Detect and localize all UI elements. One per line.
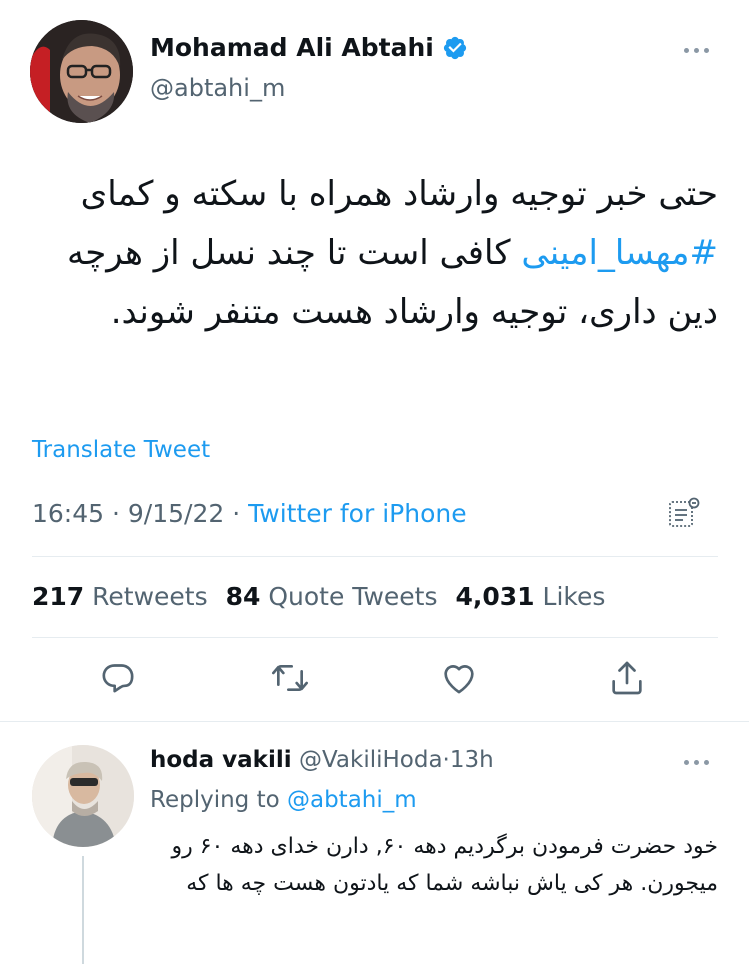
retweet-icon[interactable] xyxy=(268,656,312,700)
translate-tweet-link[interactable]: Translate Tweet xyxy=(32,437,210,463)
tweet-analytics-icon[interactable] xyxy=(667,496,701,534)
quote-tweets-stat[interactable]: 84 Quote Tweets xyxy=(226,582,438,611)
thread-line xyxy=(82,856,84,964)
tweet-source-link[interactable]: Twitter for iPhone xyxy=(248,499,466,528)
likes-stat[interactable]: 4,031 Likes xyxy=(455,582,605,611)
reply-author-avatar[interactable] xyxy=(32,745,134,847)
divider xyxy=(0,721,749,722)
tweet-time: 16:45 xyxy=(32,499,105,528)
author-avatar[interactable] xyxy=(30,20,133,123)
reply-icon[interactable] xyxy=(96,656,140,700)
tweet-date: 9/15/22 xyxy=(127,499,225,528)
tweet-timestamp[interactable]: 16:45 · 9/15/22 · Twitter for iPhone xyxy=(32,499,467,528)
more-icon[interactable] xyxy=(684,48,709,53)
divider xyxy=(32,637,718,638)
like-icon[interactable] xyxy=(437,656,481,700)
reply-age[interactable]: 13h xyxy=(450,747,494,773)
reply-author-handle[interactable]: @VakiliHoda xyxy=(299,747,443,773)
more-icon[interactable] xyxy=(684,760,709,765)
verified-badge-icon xyxy=(442,35,468,61)
divider xyxy=(32,556,718,557)
share-icon[interactable] xyxy=(605,656,649,700)
hashtag-link[interactable]: #مهسا_امینی xyxy=(521,233,718,273)
reply-author-name[interactable]: hoda vakili xyxy=(150,747,292,773)
reply-text: خود حضرت فرمودن برگردیم دهه ۶۰, دارن خدا… xyxy=(171,834,718,896)
author-name[interactable]: Mohamad Ali Abtahi xyxy=(150,33,434,62)
retweets-stat[interactable]: 217 Retweets xyxy=(32,582,208,611)
tweet-text: حتی خبر توجیه وارشاد همراه با سکته و کما… xyxy=(67,174,718,332)
replying-to-handle[interactable]: @abtahi_m xyxy=(287,787,417,813)
author-handle[interactable]: @abtahi_m xyxy=(150,74,285,102)
replying-to-label: Replying to xyxy=(150,787,280,813)
